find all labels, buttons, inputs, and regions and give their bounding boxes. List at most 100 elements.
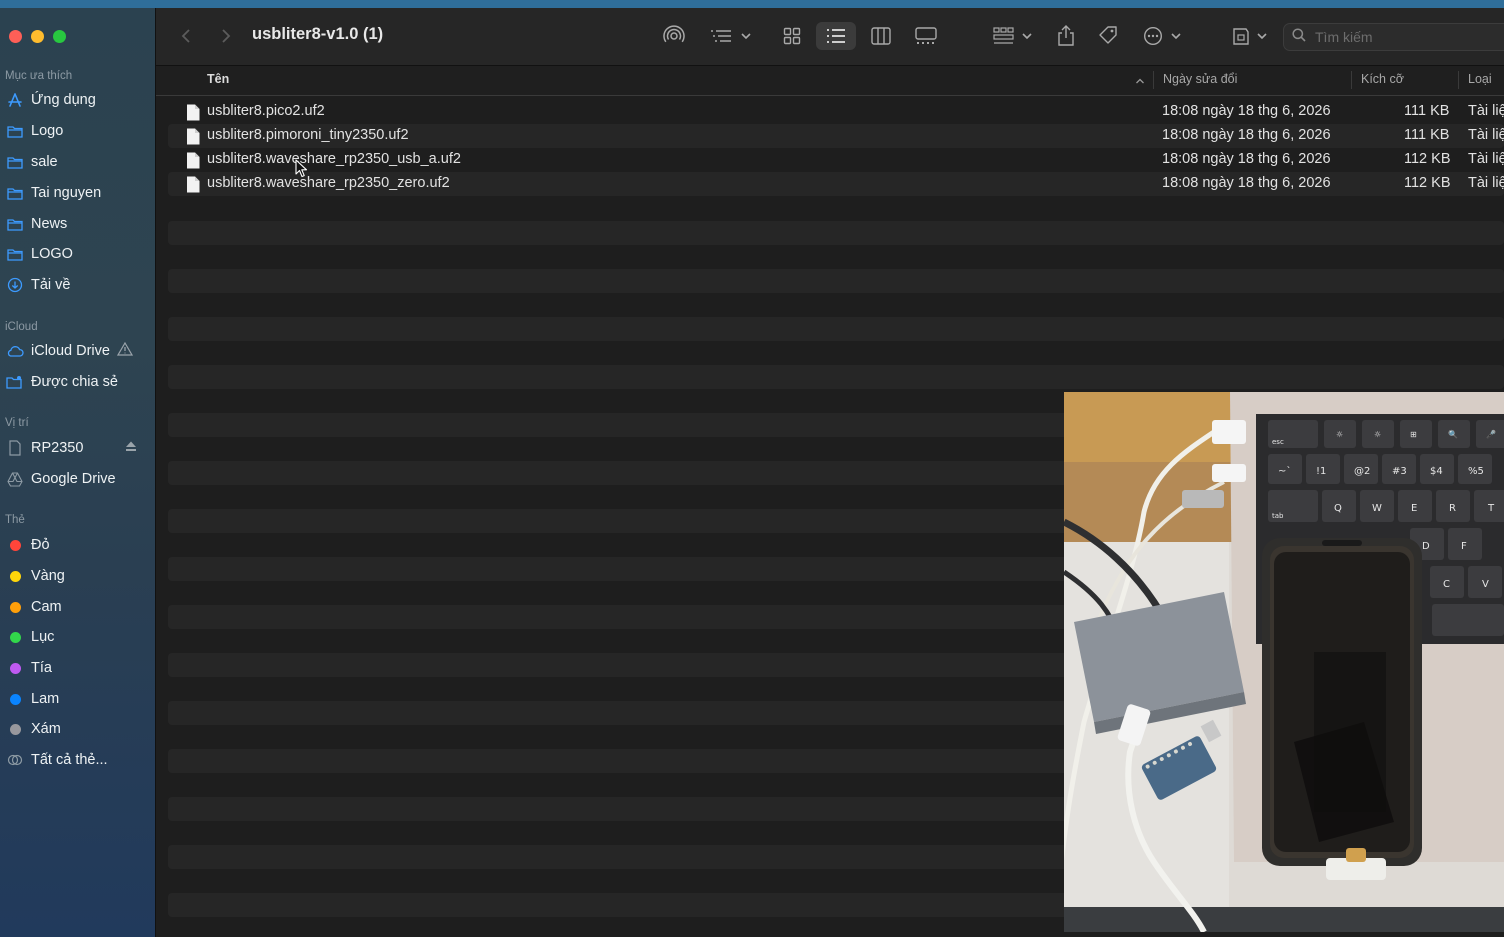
sidebar-item-label: Được chia sẻ	[31, 374, 118, 390]
column-header: Tên Ngày sửa đổi Kích cỡ Loại	[156, 66, 1504, 96]
file-name: usbliter8.pimoroni_tiny2350.uf2	[207, 127, 409, 143]
sidebar-item-logo[interactable]: Logo	[6, 118, 151, 144]
tag-purple[interactable]: Tía	[6, 655, 151, 681]
sidebar-item-label: Tía	[31, 660, 52, 676]
back-chevron-icon[interactable]	[176, 22, 196, 50]
sidebar-item-label: Lam	[31, 691, 60, 707]
key-label: V	[1482, 579, 1489, 590]
sidebar-item-icloud-drive[interactable]: iCloud Drive	[6, 338, 151, 364]
search-input[interactable]	[1313, 28, 1487, 46]
more-actions-icon[interactable]	[1142, 22, 1184, 50]
tag-orange[interactable]: Cam	[6, 594, 151, 620]
key-label: D	[1422, 541, 1430, 552]
key-label: E	[1411, 503, 1417, 514]
tag-icon[interactable]	[1094, 22, 1122, 50]
file-row[interactable]: usbliter8.waveshare_rp2350_zero.uf2 18:0…	[156, 172, 1504, 196]
tag-blue[interactable]: Lam	[6, 686, 151, 712]
sidebar-item-label: Ứng dụng	[31, 92, 96, 108]
column-header-name[interactable]: Tên	[207, 72, 229, 86]
key-label: !1	[1316, 466, 1326, 477]
file-size: 112 KB	[1404, 175, 1451, 191]
file-size: 111 KB	[1404, 127, 1450, 143]
tag-red-dot-icon	[9, 539, 21, 551]
tag-green[interactable]: Lục	[6, 624, 151, 650]
file-row[interactable]: usbliter8.waveshare_rp2350_usb_a.uf2 18:…	[156, 148, 1504, 172]
camera-video-overlay: esc ☼ ☼ ⊞ 🔍 🎤 ~` !1 @2 #3 $4 %5 tab Q W …	[1064, 392, 1504, 932]
key-label: Q	[1334, 503, 1342, 514]
sidebar-item-label: News	[31, 216, 68, 232]
sort-group-menu[interactable]	[708, 22, 754, 50]
tag-yellow[interactable]: Vàng	[6, 563, 151, 589]
key-label: ⊞	[1410, 430, 1417, 439]
folder-icon	[6, 215, 24, 233]
folder-icon	[6, 122, 24, 140]
list-view-button[interactable]	[816, 22, 856, 50]
sidebar-item-tai-nguyen[interactable]: Tai nguyen	[6, 180, 151, 206]
group-menu[interactable]	[992, 22, 1034, 50]
column-header-kind[interactable]: Loại	[1468, 72, 1492, 86]
file-date: 18:08 ngày 18 thg 6, 2026	[1162, 103, 1331, 119]
storage-menu-icon[interactable]	[1230, 22, 1270, 50]
key-label: T	[1487, 503, 1495, 514]
file-name: usbliter8.pico2.uf2	[207, 103, 325, 119]
tag-red[interactable]: Đỏ	[6, 532, 151, 558]
all-tags-icon	[6, 751, 24, 769]
sidebar-item-sale[interactable]: sale	[6, 149, 151, 175]
sidebar-item-downloads[interactable]: Tải về	[6, 272, 151, 298]
row-stripe	[168, 221, 1504, 245]
toolbar: usbliter8-v1.0 (1)	[156, 8, 1504, 66]
column-view-button[interactable]	[867, 22, 895, 50]
sidebar-item-label: Đỏ	[31, 537, 50, 553]
tags-heading: Thẻ	[5, 514, 25, 526]
share-icon[interactable]	[1052, 22, 1080, 50]
document-icon	[186, 104, 200, 126]
column-divider[interactable]	[1458, 71, 1459, 89]
key-label: @2	[1354, 466, 1370, 477]
zoom-window-button[interactable]	[53, 30, 66, 43]
file-row[interactable]: usbliter8.pimoroni_tiny2350.uf2 18:08 ng…	[156, 124, 1504, 148]
sidebar-item-applications[interactable]: Ứng dụng	[6, 87, 151, 113]
column-header-size[interactable]: Kích cỡ	[1361, 72, 1404, 86]
sidebar-item-news[interactable]: News	[6, 211, 151, 237]
sidebar-item-label: Xám	[31, 721, 61, 737]
file-size: 111 KB	[1404, 103, 1450, 119]
column-divider[interactable]	[1351, 71, 1352, 89]
sidebar-item-google-drive[interactable]: Google Drive	[6, 466, 151, 492]
column-header-date[interactable]: Ngày sửa đổi	[1163, 72, 1237, 86]
key-label: R	[1449, 503, 1456, 514]
locations-heading: Vị trí	[5, 417, 29, 429]
sidebar-item-label: Google Drive	[31, 471, 116, 487]
window-controls	[9, 30, 66, 43]
key-label: tab	[1272, 512, 1284, 520]
sidebar-item-label: RP2350	[31, 440, 84, 456]
file-name: usbliter8.waveshare_rp2350_zero.uf2	[207, 175, 450, 191]
eject-icon[interactable]	[125, 440, 137, 456]
sidebar-item-label: Tai nguyen	[31, 185, 102, 201]
sidebar-item-logo-upper[interactable]: LOGO	[6, 241, 151, 267]
file-row[interactable]: usbliter8.pico2.uf2 18:08 ngày 18 thg 6,…	[156, 100, 1504, 124]
tag-blue-dot-icon	[9, 693, 21, 705]
key-label: C	[1443, 579, 1450, 590]
airdrop-icon[interactable]	[660, 22, 688, 50]
file-date: 18:08 ngày 18 thg 6, 2026	[1162, 175, 1331, 191]
file-size: 112 KB	[1404, 151, 1451, 167]
tag-all-tags[interactable]: Tất cả thẻ...	[6, 747, 151, 773]
gallery-view-button[interactable]	[912, 22, 940, 50]
tag-gray[interactable]: Xám	[6, 716, 151, 742]
icon-view-button[interactable]	[778, 22, 806, 50]
folder-icon	[6, 184, 24, 202]
close-window-button[interactable]	[9, 30, 22, 43]
forward-chevron-icon[interactable]	[216, 22, 236, 50]
document-icon	[186, 176, 200, 198]
column-divider[interactable]	[1153, 71, 1154, 89]
file-kind: Tài liệ	[1468, 175, 1504, 191]
sort-ascending-icon[interactable]	[1135, 73, 1145, 91]
minimize-window-button[interactable]	[31, 30, 44, 43]
key-label: $4	[1430, 466, 1443, 477]
search-field[interactable]	[1283, 23, 1504, 51]
shared-folder-icon	[6, 373, 24, 391]
camera-video-image: esc ☼ ☼ ⊞ 🔍 🎤 ~` !1 @2 #3 $4 %5 tab Q W …	[1064, 392, 1504, 932]
favorites-heading: Mục ưa thích	[5, 70, 73, 82]
sidebar-item-shared[interactable]: Được chia sẻ	[6, 369, 151, 395]
sidebar-item-rp2350[interactable]: RP2350	[6, 435, 151, 461]
